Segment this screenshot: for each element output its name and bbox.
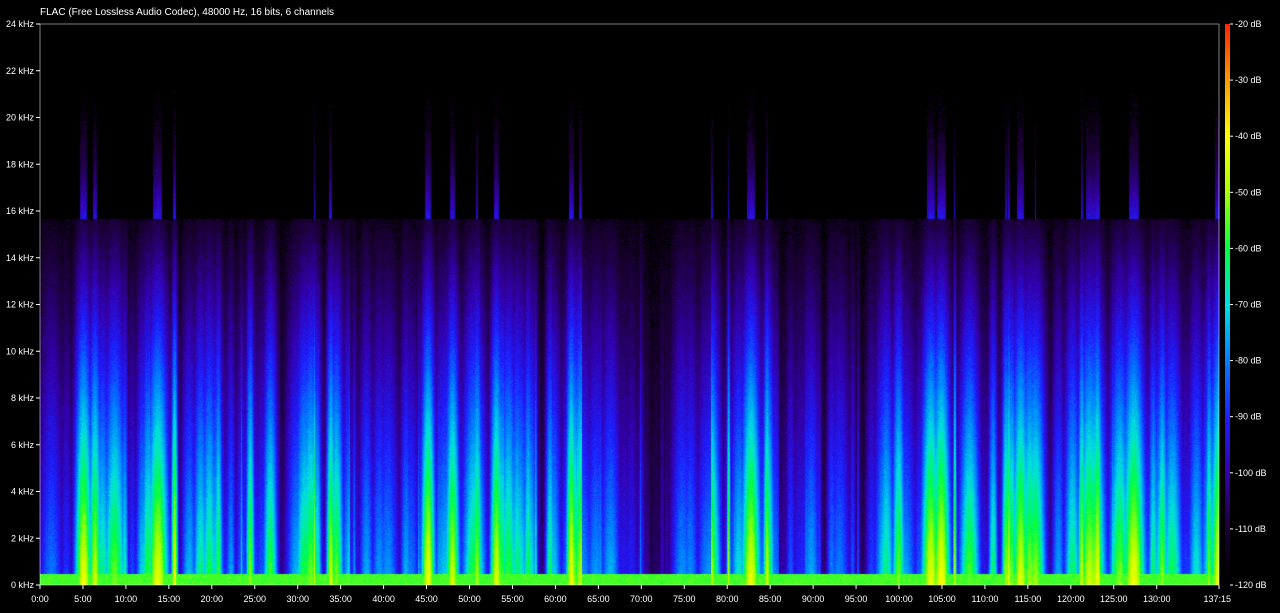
x-tick-label: 85:00: [759, 594, 782, 604]
spectrogram-chart: FLAC (Free Lossless Audio Codec), 48000 …: [6, 7, 1267, 604]
y-tick-label: 14 kHz: [6, 253, 35, 263]
chart-title: FLAC (Free Lossless Audio Codec), 48000 …: [40, 7, 334, 18]
colorbar: -20 dB -30 dB -40 dB -50 dB -60 dB -70 dB -80 …: [1225, 19, 1267, 590]
x-tick-label: 110:00: [971, 594, 998, 604]
x-tick-label: 95:00: [845, 594, 868, 604]
colorbar-tick-label: -40 dB: [1235, 131, 1262, 141]
colorbar-tick-label: -20 dB: [1235, 19, 1262, 29]
colorbar-bar: [1225, 24, 1230, 585]
x-tick-label: 5:00: [74, 594, 92, 604]
plot-area: [39, 23, 1220, 586]
y-tick-label: 20 kHz: [6, 113, 35, 123]
x-tick-label: 40:00: [372, 594, 395, 604]
y-tick-label: 16 kHz: [6, 206, 35, 216]
y-tick-label: 10 kHz: [6, 346, 35, 356]
y-tick-label: 6 kHz: [11, 440, 35, 450]
colorbar-tick-label: -50 dB: [1235, 187, 1262, 197]
y-tick-label: 24 kHz: [6, 19, 35, 29]
x-tick-label: 10:00: [115, 594, 138, 604]
y-axis: 0 kHz 2 kHz 4 kHz 6 kHz 8 kHz 10 kHz 12 kHz 14 …: [6, 19, 40, 590]
colorbar-tick-label: -100 dB: [1235, 468, 1267, 478]
x-tick-label: 45:00: [415, 594, 438, 604]
x-tick-label: 0:00: [31, 594, 49, 604]
x-tick-label: 137:15: [1203, 594, 1231, 604]
y-tick-label: 2 kHz: [11, 533, 35, 543]
x-tick-label: 120:00: [1057, 594, 1085, 604]
x-tick-label: 80:00: [716, 594, 739, 604]
x-axis: 0:00 5:00 10:00 15:00 20:00 25:00 30:00 35:00 40…: [31, 585, 1231, 604]
x-tick-label: 105:00: [928, 594, 956, 604]
x-tick-label: 90:00: [802, 594, 825, 604]
x-tick-label: 100:00: [885, 594, 913, 604]
y-tick-label: 22 kHz: [6, 66, 35, 76]
colorbar-tick-label: -30 dB: [1235, 75, 1262, 85]
x-tick-label: 30:00: [286, 594, 309, 604]
x-tick-label: 60:00: [544, 594, 567, 604]
colorbar-tick-label: -70 dB: [1235, 300, 1262, 310]
x-tick-label: 75:00: [673, 594, 696, 604]
x-tick-label: 20:00: [201, 594, 224, 604]
colorbar-tick-label: -60 dB: [1235, 243, 1262, 253]
colorbar-tick-label: -120 dB: [1235, 580, 1267, 590]
x-tick-label: 15:00: [158, 594, 181, 604]
y-tick-label: 0 kHz: [11, 580, 35, 590]
x-tick-label: 115:00: [1014, 594, 1041, 604]
x-tick-label: 65:00: [587, 594, 610, 604]
colorbar-tick-label: -90 dB: [1235, 412, 1262, 422]
x-tick-label: 125:00: [1100, 594, 1128, 604]
colorbar-tick-label: -110 dB: [1235, 524, 1266, 534]
colorbar-tick-label: -80 dB: [1235, 356, 1262, 366]
y-tick-label: 18 kHz: [6, 159, 35, 169]
x-tick-label: 130:00: [1143, 594, 1171, 604]
y-tick-label: 4 kHz: [11, 487, 35, 497]
x-tick-label: 70:00: [630, 594, 653, 604]
x-tick-label: 50:00: [458, 594, 481, 604]
y-tick-label: 8 kHz: [11, 393, 35, 403]
x-tick-label: 25:00: [243, 594, 266, 604]
x-tick-label: 35:00: [329, 594, 352, 604]
y-tick-label: 12 kHz: [6, 300, 35, 310]
spectrogram-image: [40, 24, 1219, 585]
x-tick-label: 55:00: [501, 594, 524, 604]
